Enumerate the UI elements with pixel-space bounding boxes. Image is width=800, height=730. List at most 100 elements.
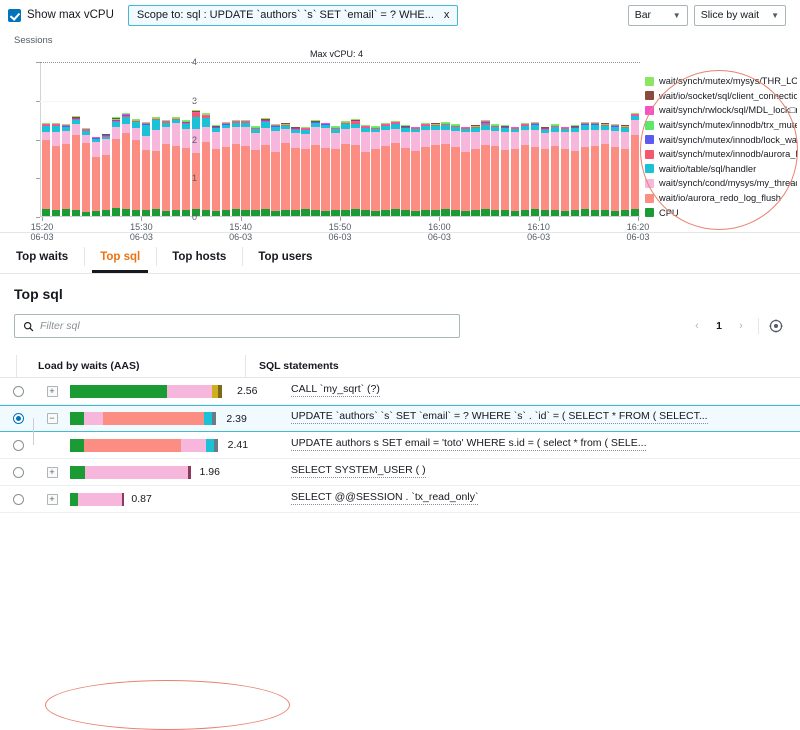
sql-statement-link[interactable]: SELECT SYSTEM_USER ( ) — [291, 464, 426, 478]
chart-plot-area[interactable] — [40, 62, 640, 217]
chart-bar[interactable] — [581, 122, 589, 216]
chart-bar[interactable] — [92, 137, 100, 216]
chart-bar[interactable] — [72, 116, 80, 216]
expand-row-button[interactable]: + — [47, 467, 58, 478]
tab-top-hosts[interactable]: Top hosts — [156, 240, 242, 273]
sql-statement-link[interactable]: SELECT @@SESSION . `tx_read_only` — [291, 491, 478, 505]
chart-bar[interactable] — [381, 123, 389, 216]
chart-bar[interactable] — [42, 123, 50, 216]
legend-item[interactable]: wait/synch/mutex/innodb/lock_wait_m — [645, 132, 797, 147]
chart-bar[interactable] — [391, 121, 399, 216]
chart-bar[interactable] — [142, 122, 150, 216]
table-row[interactable]: +2.56CALL `my_sqrt` (?) — [0, 378, 800, 405]
chart-bar[interactable] — [531, 122, 539, 216]
chart-bar[interactable] — [202, 113, 210, 216]
legend-item[interactable]: wait/synch/cond/mysys/my_thread_var — [645, 176, 797, 191]
chart-bar[interactable] — [601, 123, 609, 216]
slice-by-select[interactable]: Slice by wait ▼ — [694, 5, 786, 26]
row-radio-button[interactable] — [13, 386, 24, 397]
chart-bar[interactable] — [501, 125, 509, 216]
show-max-vcpu-checkbox-group[interactable]: Show max vCPU — [8, 9, 114, 22]
row-radio-button[interactable] — [13, 467, 24, 478]
legend-item[interactable]: wait/synch/mutex/innodb/aurora_lock — [645, 147, 797, 162]
chart-bar[interactable] — [222, 122, 230, 216]
chart-bar[interactable] — [491, 124, 499, 216]
sql-statement-link[interactable]: CALL `my_sqrt` (?) — [291, 383, 380, 397]
legend-item[interactable]: wait/synch/rwlock/sql/MDL_lock□rwl — [645, 103, 797, 118]
chart-bar[interactable] — [411, 127, 419, 216]
chart-bar[interactable] — [361, 125, 369, 216]
chart-bar[interactable] — [112, 117, 120, 216]
chart-bar[interactable] — [511, 127, 519, 216]
chart-bar[interactable] — [481, 120, 489, 216]
chart-bar[interactable] — [172, 117, 180, 216]
chart-bar[interactable] — [212, 125, 220, 216]
tab-top-users[interactable]: Top users — [242, 240, 328, 273]
table-row[interactable]: −2.39UPDATE `authors` `s` SET `email` = … — [0, 405, 800, 432]
next-page-button[interactable]: › — [731, 316, 751, 336]
chart-bar[interactable] — [351, 119, 359, 216]
chart-bar[interactable] — [571, 125, 579, 216]
chart-bar[interactable] — [461, 127, 469, 216]
chart-bar[interactable] — [371, 126, 379, 216]
scope-filter-pill[interactable]: Scope to: sql : UPDATE `authors` `s` SET… — [128, 5, 458, 26]
chart-bar[interactable] — [451, 124, 459, 216]
chart-bar[interactable] — [261, 118, 269, 216]
chart-bar[interactable] — [122, 113, 130, 216]
row-radio-button[interactable] — [13, 494, 24, 505]
chart-bar[interactable] — [321, 123, 329, 216]
chart-bar[interactable] — [62, 124, 70, 216]
chart-bar[interactable] — [162, 120, 170, 216]
show-max-vcpu-checkbox[interactable] — [8, 9, 21, 22]
legend-item[interactable]: CPU — [645, 205, 797, 220]
chart-bar[interactable] — [331, 126, 339, 216]
chart-bar[interactable] — [102, 134, 110, 216]
table-row[interactable]: 2.41UPDATE authors s SET email = 'toto' … — [0, 432, 800, 459]
chart-bar[interactable] — [611, 124, 619, 216]
chart-bar[interactable] — [301, 127, 309, 216]
chart-bar[interactable] — [271, 124, 279, 216]
chart-bar[interactable] — [471, 125, 479, 216]
sql-statement-link[interactable]: UPDATE authors s SET email = 'toto' WHER… — [291, 437, 646, 451]
chart-bar[interactable] — [561, 127, 569, 216]
chart-bar[interactable] — [591, 122, 599, 216]
chart-bar[interactable] — [152, 117, 160, 216]
chart-bar[interactable] — [132, 119, 140, 216]
chart-bar[interactable] — [82, 128, 90, 216]
chart-bar[interactable] — [182, 120, 190, 216]
chart-bar[interactable] — [431, 123, 439, 216]
row-radio-button[interactable] — [13, 440, 24, 451]
chart-bar[interactable] — [631, 113, 639, 216]
close-icon[interactable]: x — [444, 9, 450, 21]
chart-bar[interactable] — [251, 126, 259, 216]
chart-bar[interactable] — [441, 122, 449, 216]
legend-item[interactable]: wait/io/table/sql/handler — [645, 162, 797, 177]
expand-row-button[interactable]: + — [47, 494, 58, 505]
chart-bar[interactable] — [281, 123, 289, 216]
chart-bar[interactable] — [551, 124, 559, 216]
tab-top-waits[interactable]: Top waits — [0, 240, 84, 273]
chart-bar[interactable] — [192, 110, 200, 216]
collapse-row-button[interactable]: − — [47, 413, 58, 424]
sql-statement-link[interactable]: UPDATE `authors` `s` SET `email` = ? WHE… — [291, 410, 708, 424]
legend-item[interactable]: wait/io/aurora_redo_log_flush — [645, 191, 797, 206]
page-number-1[interactable]: 1 — [709, 316, 729, 336]
expand-row-button[interactable]: + — [47, 386, 58, 397]
legend-item[interactable]: wait/synch/mutex/mysys/THR_LOCK□mu — [645, 74, 797, 89]
tab-top-sql[interactable]: Top sql — [84, 240, 156, 273]
search-input[interactable]: Filter sql — [14, 314, 460, 338]
chart-bar[interactable] — [52, 123, 60, 216]
chart-bar[interactable] — [401, 125, 409, 216]
legend-item[interactable]: wait/synch/mutex/innodb/trx_mutex — [645, 118, 797, 133]
chart-bar[interactable] — [621, 125, 629, 216]
settings-gear-button[interactable] — [766, 316, 786, 336]
legend-item[interactable]: wait/io/socket/sql/client_connectio — [645, 89, 797, 104]
chart-bar[interactable] — [341, 121, 349, 216]
chart-bar[interactable] — [232, 120, 240, 216]
prev-page-button[interactable]: ‹ — [687, 316, 707, 336]
chart-bar[interactable] — [421, 123, 429, 216]
chart-bar[interactable] — [241, 120, 249, 216]
chart-bar[interactable] — [541, 127, 549, 216]
chart-type-select[interactable]: Bar ▼ — [628, 5, 688, 26]
chart-bar[interactable] — [311, 120, 319, 216]
